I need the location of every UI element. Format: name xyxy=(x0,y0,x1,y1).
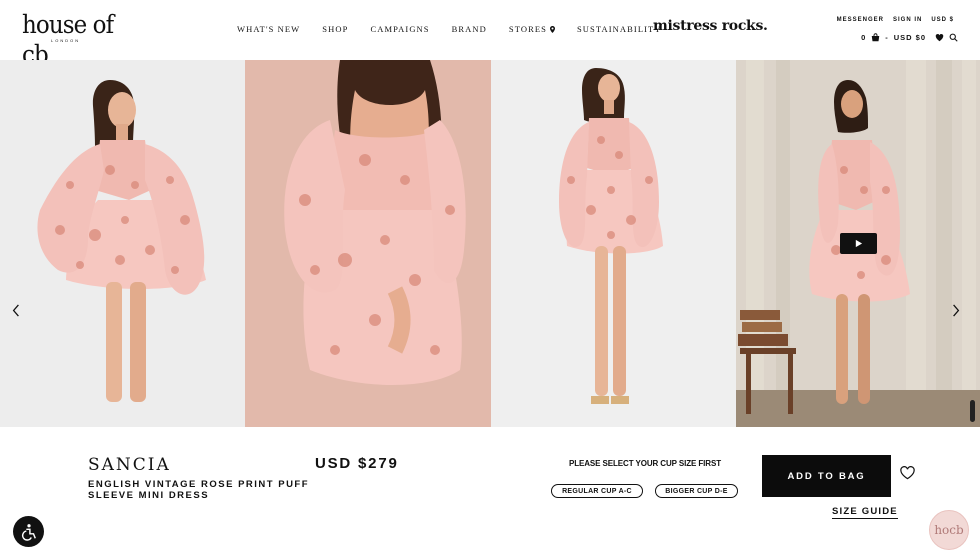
nav-sustainability[interactable]: SUSTAINABILITY xyxy=(577,24,662,34)
add-to-wishlist-heart-icon[interactable] xyxy=(900,466,915,480)
play-icon xyxy=(855,239,863,248)
model-figure-2 xyxy=(284,60,466,385)
cup-option-regular[interactable]: REGULAR CUP A-C xyxy=(551,484,643,498)
wishlist-heart-icon[interactable] xyxy=(935,33,944,42)
gallery-scrollbar[interactable] xyxy=(970,400,975,422)
product-price: USD $279 xyxy=(315,455,399,472)
site-header: house of cb LONDON WHAT'S NEW SHOP CAMPA… xyxy=(0,0,980,69)
bag-bar: 0 - USD $0 xyxy=(861,33,958,42)
bag-separator: - xyxy=(885,33,889,42)
product-description: ENGLISH VINTAGE ROSE PRINT PUFF SLEEVE M… xyxy=(88,479,310,501)
accessibility-icon xyxy=(21,523,36,541)
cup-size-prompt: PLEASE SELECT YOUR CUP SIZE FIRST xyxy=(569,459,721,468)
product-title: SANCIA xyxy=(88,455,171,475)
utility-links: MESSENGER SIGN IN USD $ xyxy=(837,17,954,23)
search-icon[interactable] xyxy=(949,33,958,42)
campaign-link[interactable]: mistress rocks. xyxy=(653,18,768,34)
model-figure-3 xyxy=(559,68,663,404)
add-to-bag-button[interactable]: ADD TO BAG xyxy=(762,455,891,497)
gallery-next-button[interactable] xyxy=(952,304,968,320)
chevron-left-icon xyxy=(12,304,19,317)
nav-shop[interactable]: SHOP xyxy=(322,24,348,34)
accessibility-button[interactable] xyxy=(13,516,44,547)
currency-selector[interactable]: USD $ xyxy=(931,17,954,23)
messenger-link[interactable]: MESSENGER xyxy=(837,17,884,23)
size-guide-link[interactable]: SIZE GUIDE xyxy=(832,506,898,519)
logo-subtitle: LONDON xyxy=(51,38,81,43)
nav-stores[interactable]: STORES xyxy=(509,24,555,34)
cup-option-bigger[interactable]: BIGGER CUP D-E xyxy=(655,484,738,498)
bag-icon[interactable] xyxy=(871,33,880,42)
product-image-2[interactable] xyxy=(245,60,491,427)
location-pin-icon xyxy=(549,25,555,33)
main-nav: WHAT'S NEW SHOP CAMPAIGNS BRAND STORES S… xyxy=(237,24,684,34)
sign-in-link[interactable]: SIGN IN xyxy=(893,17,922,23)
bag-count[interactable]: 0 xyxy=(861,33,866,42)
nav-whats-new[interactable]: WHAT'S NEW xyxy=(237,24,300,34)
chevron-right-icon xyxy=(953,304,960,317)
model-figure-1 xyxy=(37,80,206,402)
nav-brand[interactable]: BRAND xyxy=(452,24,487,34)
product-image-3[interactable] xyxy=(491,60,736,427)
product-gallery[interactable] xyxy=(0,60,980,427)
product-page: house of cb LONDON WHAT'S NEW SHOP CAMPA… xyxy=(0,0,980,558)
gallery-prev-button[interactable] xyxy=(12,304,28,320)
bag-total[interactable]: USD $0 xyxy=(894,33,926,42)
product-image-1[interactable] xyxy=(0,60,245,427)
nav-campaigns[interactable]: CAMPAIGNS xyxy=(370,24,429,34)
video-play-button[interactable] xyxy=(840,233,877,254)
nav-stores-label: STORES xyxy=(508,24,547,34)
chat-badge[interactable]: hocb xyxy=(929,510,969,550)
